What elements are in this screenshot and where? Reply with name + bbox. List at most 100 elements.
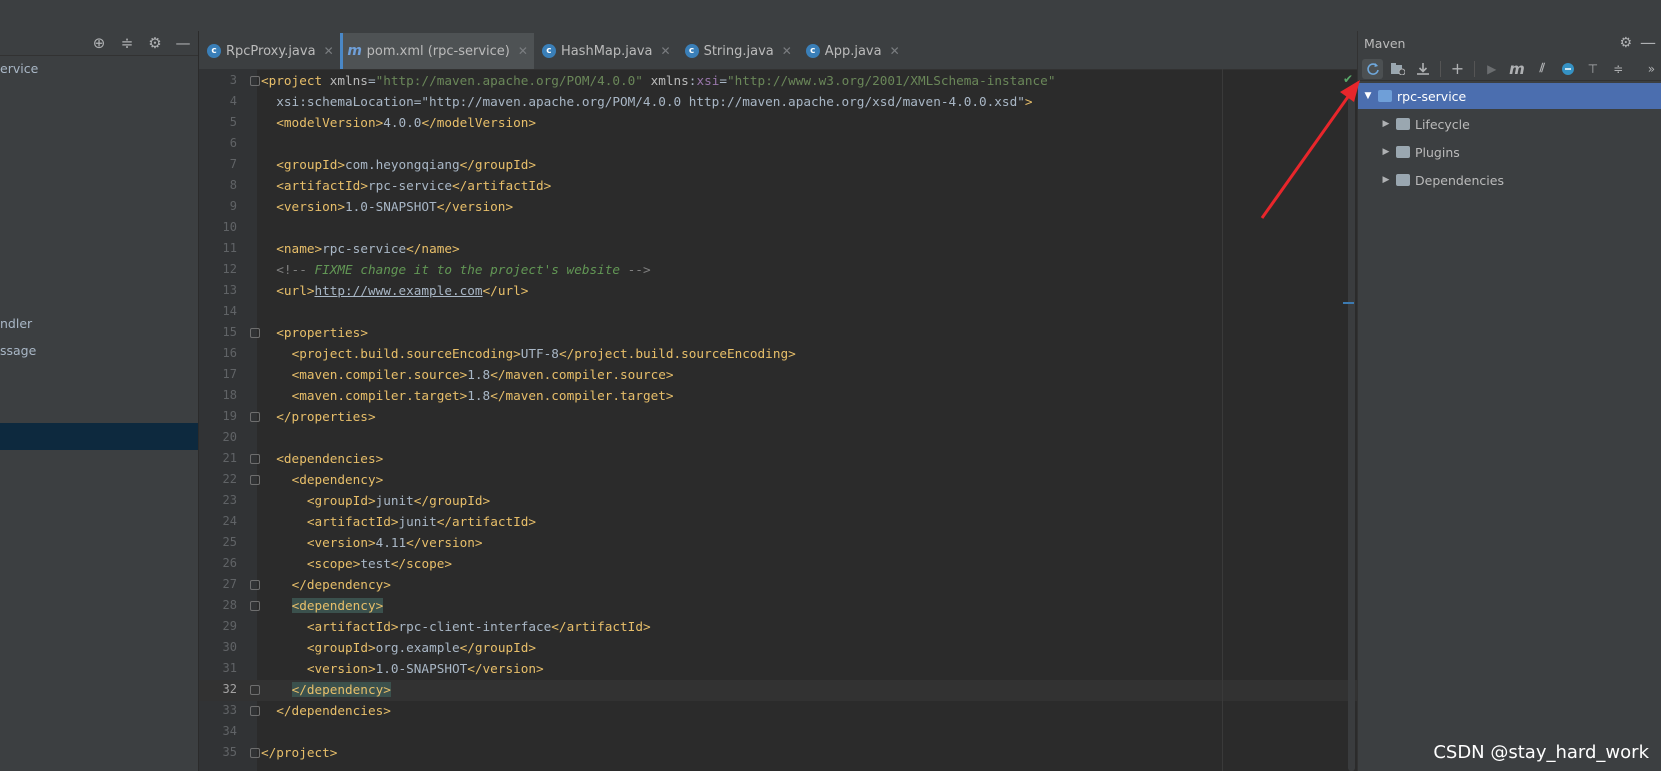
line-number: 20 <box>222 430 237 444</box>
code-line[interactable]: <url>http://www.example.com</url> <box>261 280 1356 301</box>
code-line[interactable]: <version>4.11</version> <box>261 532 1356 553</box>
run-icon[interactable]: ▶ <box>1481 59 1502 79</box>
code-line[interactable]: <!-- FIXME change it to the project's we… <box>261 259 1356 280</box>
code-line[interactable] <box>261 133 1356 154</box>
tab-string[interactable]: c String.java ✕ <box>677 33 798 69</box>
code-editor[interactable]: <project xmlns="http://maven.apache.org/… <box>261 70 1356 763</box>
fold-marker-icon[interactable] <box>250 685 260 695</box>
fold-marker-icon[interactable] <box>250 328 260 338</box>
line-number: 14 <box>222 304 237 318</box>
generate-sources-icon[interactable] <box>1387 59 1408 79</box>
fold-marker-icon[interactable] <box>250 454 260 464</box>
code-line[interactable]: <scope>test</scope> <box>261 553 1356 574</box>
skip-tests-icon[interactable]: ⫽ <box>1532 59 1553 79</box>
maven-tree-item-rpc-service[interactable]: ▼ rpc-service <box>1358 83 1661 109</box>
show-deps-icon[interactable]: ⊤ <box>1582 59 1603 79</box>
tab-app[interactable]: c App.java ✕ <box>798 33 906 69</box>
collapse-icon[interactable]: ≑ <box>1607 59 1628 79</box>
project-tree-item[interactable]: ssage <box>0 343 36 358</box>
code-line[interactable]: </project> <box>261 742 1356 763</box>
fold-marker-icon[interactable] <box>250 748 260 758</box>
code-line[interactable]: <artifactId>rpc-client-interface</artifa… <box>261 616 1356 637</box>
code-line[interactable]: <dependency> <box>261 595 1356 616</box>
maven-tree-item-dependencies[interactable]: ▶ Dependencies <box>1358 167 1661 193</box>
code-line[interactable] <box>261 301 1356 322</box>
fold-marker-icon[interactable] <box>250 601 260 611</box>
fold-marker-icon[interactable] <box>250 475 260 485</box>
code-line[interactable]: <properties> <box>261 322 1356 343</box>
maven-panel-header: Maven ⚙ — <box>1358 31 1661 55</box>
offline-icon[interactable] <box>1557 59 1578 79</box>
close-icon[interactable]: ✕ <box>661 44 671 58</box>
line-number: 32 <box>222 682 237 696</box>
collapsed-arrow-icon[interactable]: ▶ <box>1380 147 1392 157</box>
tab-hashmap[interactable]: c HashMap.java ✕ <box>534 33 677 69</box>
line-number: 30 <box>222 640 237 654</box>
reload-icon[interactable] <box>1362 58 1384 79</box>
class-icon: c <box>805 44 820 58</box>
collapsed-arrow-icon[interactable]: ▶ <box>1380 119 1392 129</box>
collapsed-arrow-icon[interactable]: ▶ <box>1380 175 1392 185</box>
code-line[interactable]: <dependencies> <box>261 448 1356 469</box>
code-line[interactable]: </properties> <box>261 406 1356 427</box>
code-line[interactable]: <project.build.sourceEncoding>UTF-8</pro… <box>261 343 1356 364</box>
tab-pom-xml[interactable]: m pom.xml (rpc-service) ✕ <box>339 33 534 69</box>
fold-marker-icon[interactable] <box>250 412 260 422</box>
code-line[interactable]: <artifactId>junit</artifactId> <box>261 511 1356 532</box>
code-line[interactable]: <groupId>com.heyongqiang</groupId> <box>261 154 1356 175</box>
code-line[interactable]: </dependencies> <box>261 700 1356 721</box>
toolbar-separator <box>1474 60 1476 77</box>
more-icon[interactable]: » <box>1641 59 1661 79</box>
code-line[interactable]: <dependency> <box>261 469 1356 490</box>
execute-goal-icon[interactable]: m <box>1506 59 1527 79</box>
close-icon[interactable]: ✕ <box>782 44 792 58</box>
gear-icon[interactable]: ⚙ <box>1619 35 1632 51</box>
expanded-arrow-icon[interactable]: ▼ <box>1362 91 1374 101</box>
code-line[interactable]: <groupId>junit</groupId> <box>261 490 1356 511</box>
close-icon[interactable]: ✕ <box>324 44 334 58</box>
line-number: 5 <box>229 115 237 129</box>
toolbar-separator <box>1439 60 1441 77</box>
line-number: 23 <box>222 493 237 507</box>
fold-marker-icon[interactable] <box>250 580 260 590</box>
locate-icon[interactable]: ⊕ <box>90 34 108 52</box>
minimize-icon[interactable]: — <box>1640 33 1656 52</box>
fold-marker-icon[interactable] <box>250 76 260 86</box>
code-line[interactable] <box>261 427 1356 448</box>
tab-label: String.java <box>703 43 774 59</box>
maven-tree-item-lifecycle[interactable]: ▶ Lifecycle <box>1358 111 1661 137</box>
code-line[interactable] <box>261 721 1356 742</box>
code-line[interactable]: <modelVersion>4.0.0</modelVersion> <box>261 112 1356 133</box>
line-number: 22 <box>222 472 237 486</box>
project-tree-item[interactable]: ndler <box>0 316 32 331</box>
close-icon[interactable]: ✕ <box>890 44 900 58</box>
line-number: 33 <box>222 703 237 717</box>
maven-tree-item-plugins[interactable]: ▶ Plugins <box>1358 139 1661 165</box>
fold-marker-icon[interactable] <box>250 706 260 716</box>
code-line[interactable]: <project xmlns="http://maven.apache.org/… <box>261 70 1356 91</box>
code-line[interactable]: xsi:schemaLocation="http://maven.apache.… <box>261 91 1356 112</box>
project-tree-selected-item[interactable] <box>0 423 198 450</box>
line-number: 19 <box>222 409 237 423</box>
watermark: CSDN @stay_hard_work <box>1433 742 1649 763</box>
project-tree-item[interactable]: ervice <box>0 61 38 76</box>
download-icon[interactable] <box>1413 59 1434 79</box>
code-line[interactable]: </dependency> <box>261 679 1356 700</box>
code-line[interactable]: <groupId>org.example</groupId> <box>261 637 1356 658</box>
close-icon[interactable]: ✕ <box>518 44 528 58</box>
code-line[interactable]: <maven.compiler.target>1.8</maven.compil… <box>261 385 1356 406</box>
tab-label: App.java <box>824 43 882 59</box>
minimize-icon[interactable]: — <box>174 34 192 52</box>
code-line[interactable]: </dependency> <box>261 574 1356 595</box>
gear-icon[interactable]: ⚙ <box>146 34 164 52</box>
code-line[interactable]: <version>1.0-SNAPSHOT</version> <box>261 196 1356 217</box>
code-line[interactable] <box>261 217 1356 238</box>
code-line[interactable]: <version>1.0-SNAPSHOT</version> <box>261 658 1356 679</box>
add-icon[interactable]: + <box>1447 59 1468 79</box>
code-line[interactable]: <artifactId>rpc-service</artifactId> <box>261 175 1356 196</box>
code-line[interactable]: <name>rpc-service</name> <box>261 238 1356 259</box>
editor-scrollbar[interactable] <box>1348 90 1355 771</box>
code-line[interactable]: <maven.compiler.source>1.8</maven.compil… <box>261 364 1356 385</box>
tab-rpcproxy[interactable]: c RpcProxy.java ✕ <box>199 33 340 69</box>
collapse-all-icon[interactable]: ≑ <box>118 34 136 52</box>
